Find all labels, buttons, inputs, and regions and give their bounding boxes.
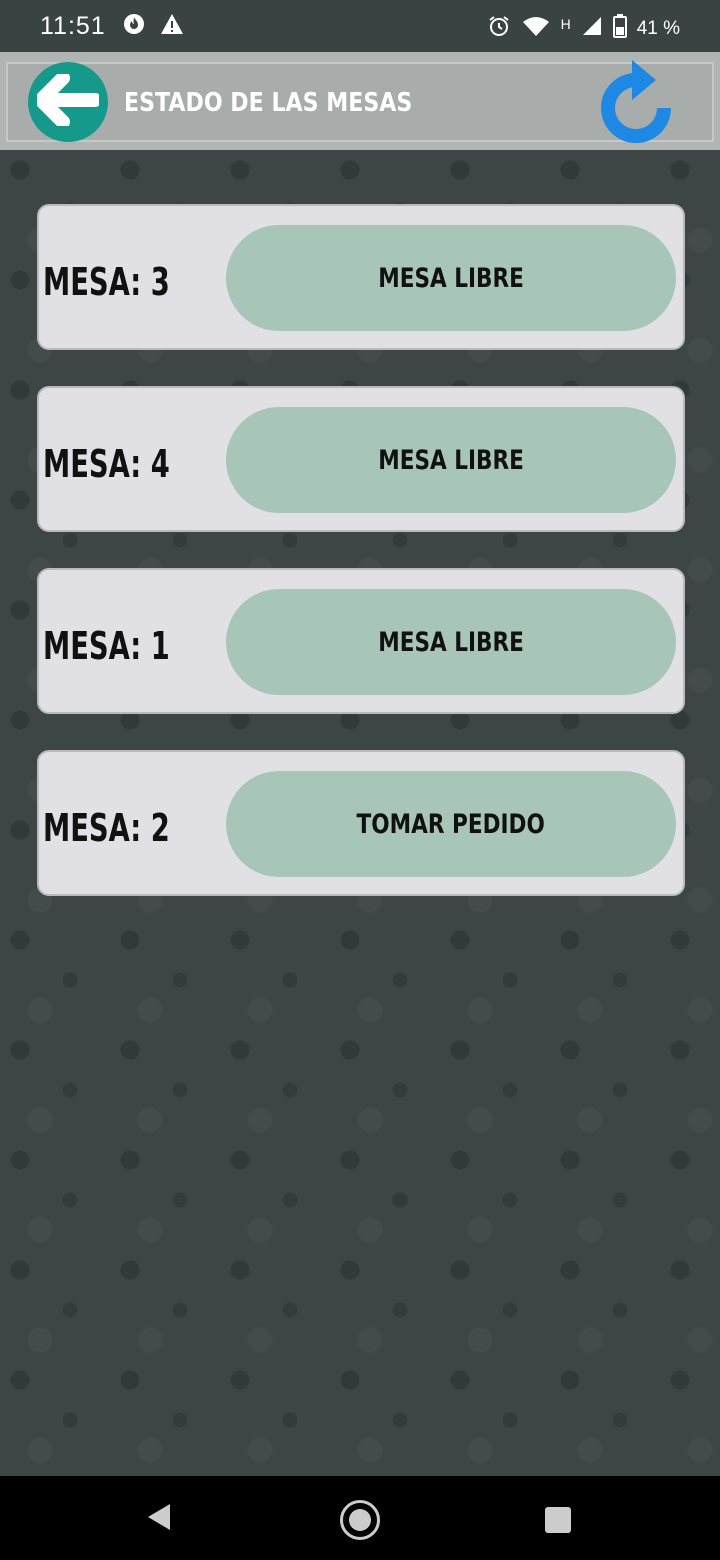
nav-recent-icon[interactable]	[545, 1507, 571, 1533]
table-status-label: MESA LIBRE	[378, 626, 524, 658]
battery-icon	[612, 14, 627, 43]
table-card: MESA: 3 MESA LIBRE	[37, 204, 685, 350]
system-nav-bar	[0, 1476, 720, 1560]
table-label: MESA: 3	[43, 260, 170, 304]
table-status-label: MESA LIBRE	[378, 444, 524, 476]
refresh-icon	[598, 60, 674, 148]
network-type: H	[560, 15, 571, 32]
table-status-button[interactable]: TOMAR PEDIDO	[226, 771, 676, 877]
table-label: MESA: 1	[43, 624, 170, 668]
table-status-label: TOMAR PEDIDO	[356, 808, 546, 840]
table-status-button[interactable]: MESA LIBRE	[226, 589, 676, 695]
status-bar: 11:51 H 41 %	[0, 0, 720, 52]
back-button[interactable]	[28, 62, 108, 142]
wifi-icon	[521, 14, 551, 43]
table-card: MESA: 1 MESA LIBRE	[37, 568, 685, 714]
nav-back-icon[interactable]	[146, 1502, 172, 1537]
nav-home-icon[interactable]	[340, 1500, 380, 1540]
alarm-icon	[487, 14, 511, 43]
tables-list: MESA: 3 MESA LIBRE MESA: 4 MESA LIBRE ME…	[37, 204, 685, 932]
arrow-left-icon	[34, 70, 102, 131]
table-status-label: MESA LIBRE	[378, 262, 524, 294]
status-time: 11:51	[40, 12, 106, 40]
table-status-button[interactable]: MESA LIBRE	[226, 225, 676, 331]
warning-icon	[160, 12, 184, 41]
refresh-button[interactable]	[598, 60, 674, 144]
fire-icon	[122, 12, 146, 41]
signal-icon	[581, 15, 603, 42]
table-card: MESA: 4 MESA LIBRE	[37, 386, 685, 532]
app-bar: ESTADO DE LAS MESAS	[0, 52, 720, 150]
table-card: MESA: 2 TOMAR PEDIDO	[37, 750, 685, 896]
page-title: ESTADO DE LAS MESAS	[124, 88, 413, 118]
battery-percent: 41 %	[636, 17, 680, 39]
table-label: MESA: 4	[43, 442, 170, 486]
table-label: MESA: 2	[43, 806, 170, 850]
table-status-button[interactable]: MESA LIBRE	[226, 407, 676, 513]
